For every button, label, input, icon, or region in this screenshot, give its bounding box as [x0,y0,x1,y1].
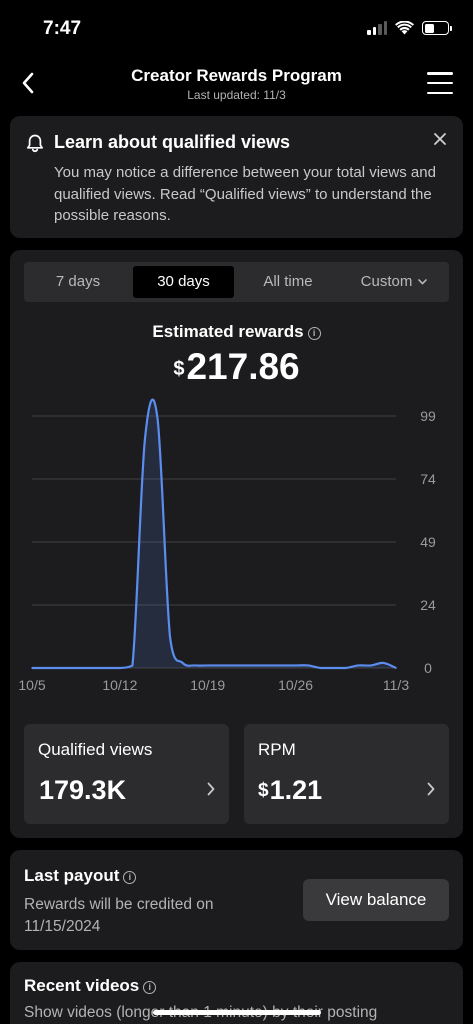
chevron-down-icon [418,279,428,285]
hamburger-icon [427,72,453,75]
chart-data-point [206,664,209,667]
last-updated-label: Last updated: 11/3 [187,88,286,102]
menu-button[interactable] [427,72,453,94]
chart-data-point [269,664,272,667]
wifi-icon [395,21,414,35]
rpm-stat[interactable]: RPM $1.21 [244,724,449,824]
x-tick-label: 11/3 [383,677,409,693]
x-tick-label: 10/5 [18,677,45,693]
tab-custom[interactable]: Custom [343,266,445,298]
view-balance-button[interactable]: View balance [303,879,449,921]
estimated-rewards-label: Estimated rewards i [10,322,463,342]
bell-icon [26,134,44,153]
chart-data-point [244,664,247,667]
tab-30-days[interactable]: 30 days [133,266,234,298]
home-indicator [153,1010,321,1015]
recent-videos-title: Recent videos i [24,976,157,996]
chart-data-point [282,664,284,667]
banner-text: You may notice a difference between your… [54,164,436,224]
tab-label: Custom [360,273,413,290]
stat-number: 1.21 [269,775,323,805]
estimated-rewards-value: $217.86 [10,346,463,388]
chart-data-point [307,664,309,667]
chart-data-point [294,664,297,667]
page-title: Creator Rewards Program [131,66,342,85]
rewards-chart[interactable]: 99 74 49 24 0 10/5 10/12 10/19 10/26 11/3 [10,398,463,698]
stat-label: Qualified views [38,740,153,759]
x-tick-label: 10/12 [102,677,137,693]
chart-data-point [382,662,385,664]
chart-data-point [68,667,71,669]
status-icons [367,21,452,35]
banner-title: Learn about qualified views [54,132,291,152]
estimated-rewards-text: Estimated rewards [152,322,304,341]
chart-data-point [357,664,360,667]
chart-data-point [181,662,184,664]
date-range-selector: 7 days 30 days All time Custom [24,262,449,302]
chart-data-point [31,667,33,669]
tab-label: 30 days [157,273,210,290]
stat-value: $1.21 [258,775,322,806]
y-tick-label: 74 [420,471,436,487]
chart-data-point [93,667,96,669]
chart-data-point [194,664,196,667]
rewards-amount: 217.86 [186,346,300,387]
chart-data-point [56,667,58,669]
chart-data-point [370,664,372,667]
chart-data-point [169,636,171,639]
status-time: 7:47 [43,18,82,39]
info-icon[interactable]: i [307,327,321,340]
chart-data-point [81,667,84,669]
stat-label: RPM [258,740,296,759]
chart-data-point [219,664,222,667]
info-icon[interactable]: i [123,871,137,884]
nav-header: Creator Rewards Program Last updated: 11… [0,58,473,110]
status-bar: 7:47 [0,0,473,58]
payout-description: Rewards will be credited on 11/15/2024 [24,896,214,935]
y-tick-label: 0 [424,660,432,676]
chart-data-point [395,667,397,669]
info-icon[interactable]: i [143,981,157,994]
last-payout-text: Last payout [24,866,120,885]
y-tick-label: 24 [420,597,436,613]
last-payout-title: Last payout i [24,866,137,886]
tab-label: All time [263,273,313,290]
chart-data-point [106,667,109,669]
recent-videos-text: Recent videos [24,976,140,995]
x-tick-label: 10/26 [278,677,313,693]
y-tick-label: 99 [420,408,436,424]
chart-data-point [232,664,234,667]
last-payout-card: Last payout i Rewards will be credited on… [10,850,463,950]
qualified-views-banner[interactable]: Learn about qualified views You may noti… [10,116,463,238]
chart-data-point [131,664,134,667]
tab-7-days[interactable]: 7 days [28,266,128,298]
chart-data-point [119,667,121,669]
battery-icon [422,21,452,35]
chart-area-fill [32,399,396,668]
stat-number: 179.3K [39,775,127,805]
chevron-right-icon [427,782,435,796]
qualified-views-stat[interactable]: Qualified views 179.3K [24,724,229,824]
close-icon[interactable] [433,132,447,146]
chart-data-point [319,667,322,669]
chart-data-point [257,664,259,667]
x-tick-label: 10/19 [190,677,225,693]
tab-label: 7 days [55,273,101,290]
chart-data-point [156,417,159,420]
stat-value: 179.3K [38,775,126,806]
stat-currency: $ [258,780,269,801]
currency-symbol: $ [173,358,185,380]
chart-data-point [144,438,146,440]
tab-all-time[interactable]: All time [238,266,338,298]
chart-data-point [43,667,46,669]
chart-data-point [344,667,347,669]
rewards-card: 7 days 30 days All time Custom Estimated… [10,250,463,838]
chart-series-line [32,398,397,670]
cellular-signal-icon [367,21,387,35]
chevron-right-icon [207,782,215,796]
y-tick-label: 49 [420,534,436,550]
chart-data-point [332,667,335,669]
